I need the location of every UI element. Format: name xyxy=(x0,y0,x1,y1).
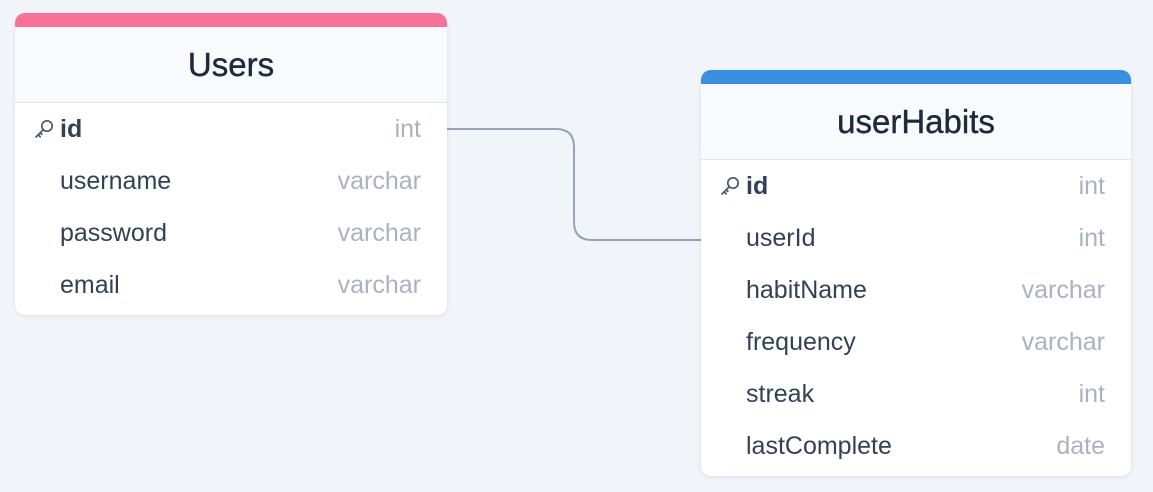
user-habits-field-lastcomplete[interactable]: lastComplete date xyxy=(701,420,1131,472)
user-habits-field-id[interactable]: id int xyxy=(701,160,1131,212)
field-name: username xyxy=(60,166,172,195)
field-type: varchar xyxy=(1021,275,1105,304)
field-name: habitName xyxy=(746,275,867,304)
users-table-accent xyxy=(15,13,447,27)
field-type: varchar xyxy=(337,218,421,247)
field-type: varchar xyxy=(337,166,421,195)
user-habits-field-habitname[interactable]: habitName varchar xyxy=(701,264,1131,316)
users-table-title: Users xyxy=(187,45,275,83)
field-type: int xyxy=(1078,379,1105,408)
user-habits-table-header[interactable]: userHabits xyxy=(701,84,1131,160)
user-habits-field-userid[interactable]: userId int xyxy=(701,212,1131,264)
users-field-id[interactable]: id int xyxy=(15,103,447,155)
users-table[interactable]: Users id int username varchar password v… xyxy=(15,13,447,315)
field-name: id xyxy=(60,114,83,143)
field-name: password xyxy=(60,218,167,247)
field-type: varchar xyxy=(1021,327,1105,356)
field-name: lastComplete xyxy=(746,431,892,460)
field-name: email xyxy=(60,270,120,299)
field-name: userId xyxy=(746,223,816,252)
user-habits-table-accent xyxy=(701,70,1131,84)
field-name: streak xyxy=(746,379,815,408)
users-field-list: id int username varchar password varchar… xyxy=(15,103,447,311)
field-type: int xyxy=(1078,171,1105,200)
field-type: int xyxy=(394,114,421,143)
users-field-username[interactable]: username varchar xyxy=(15,155,447,207)
user-habits-field-frequency[interactable]: frequency varchar xyxy=(701,316,1131,368)
field-name: frequency xyxy=(746,327,856,356)
field-type: date xyxy=(1056,431,1105,460)
field-type: int xyxy=(1078,223,1105,252)
users-field-password[interactable]: password varchar xyxy=(15,207,447,259)
user-habits-field-streak[interactable]: streak int xyxy=(701,368,1131,420)
user-habits-table-title: userHabits xyxy=(837,102,995,140)
users-table-header[interactable]: Users xyxy=(15,27,447,103)
users-field-email[interactable]: email varchar xyxy=(15,259,447,311)
field-type: varchar xyxy=(337,270,421,299)
key-icon xyxy=(35,119,54,138)
key-icon xyxy=(721,176,740,195)
user-habits-table[interactable]: userHabits id int userId int habitName v… xyxy=(701,70,1131,476)
field-name: id xyxy=(746,171,769,200)
user-habits-field-list: id int userId int habitName varchar freq… xyxy=(701,160,1131,472)
users-id-to-userhabits-userid-line xyxy=(447,128,701,241)
